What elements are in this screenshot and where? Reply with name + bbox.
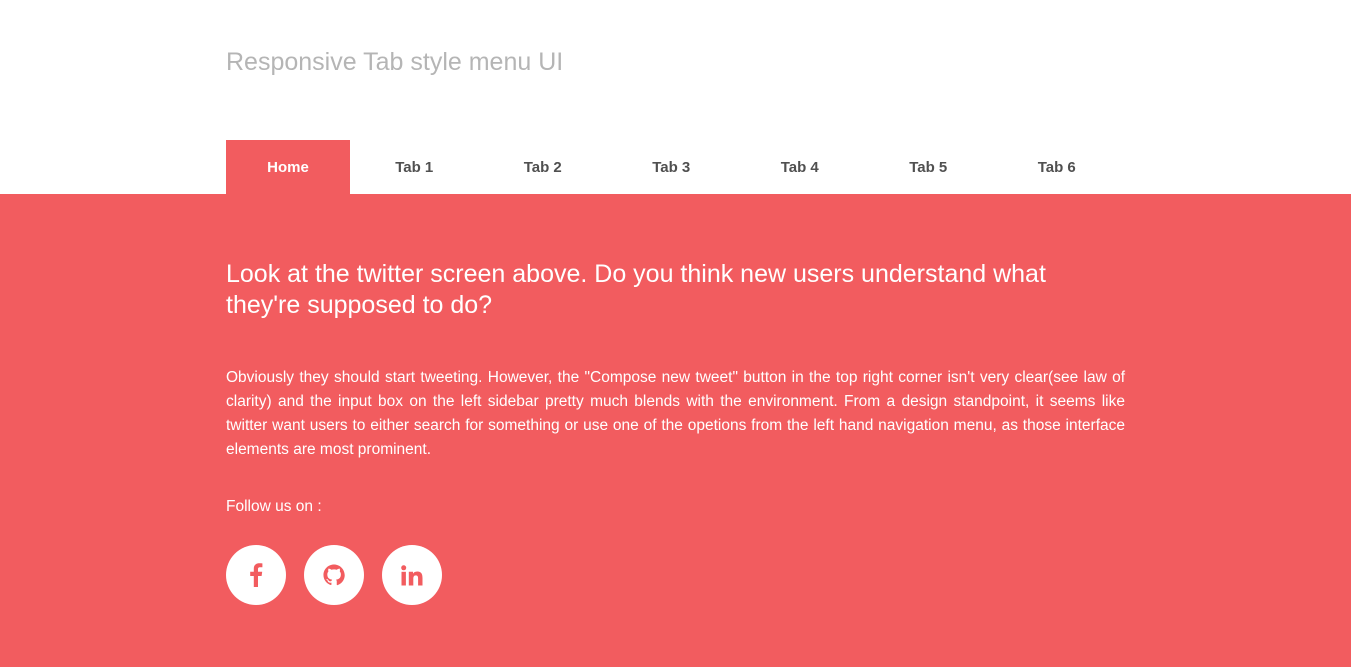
tab-1[interactable]: Tab 1 <box>350 140 479 194</box>
page-title: Responsive Tab style menu UI <box>226 48 564 76</box>
tab-6[interactable]: Tab 6 <box>993 140 1122 194</box>
content-body: Obviously they should start tweeting. Ho… <box>226 369 1125 458</box>
facebook-button[interactable] <box>226 545 286 605</box>
tab-2[interactable]: Tab 2 <box>479 140 608 194</box>
social-links <box>226 545 442 605</box>
github-icon <box>323 564 345 586</box>
linkedin-button[interactable] <box>382 545 442 605</box>
facebook-icon <box>249 563 263 587</box>
linkedin-icon <box>401 564 423 586</box>
tab-4[interactable]: Tab 4 <box>736 140 865 194</box>
header: Responsive Tab style menu UI Home Tab 1 … <box>0 0 1351 194</box>
tab-3[interactable]: Tab 3 <box>607 140 736 194</box>
tab-bar: Home Tab 1 Tab 2 Tab 3 Tab 4 Tab 5 Tab 6 <box>226 140 1121 194</box>
follow-label: Follow us on : <box>226 498 322 515</box>
tab-home[interactable]: Home <box>226 140 350 194</box>
content-headline: Look at the twitter screen above. Do you… <box>226 260 1046 319</box>
github-button[interactable] <box>304 545 364 605</box>
tab-5[interactable]: Tab 5 <box>864 140 993 194</box>
tab-content-panel: Look at the twitter screen above. Do you… <box>0 194 1351 667</box>
page: Responsive Tab style menu UI Home Tab 1 … <box>0 0 1351 667</box>
